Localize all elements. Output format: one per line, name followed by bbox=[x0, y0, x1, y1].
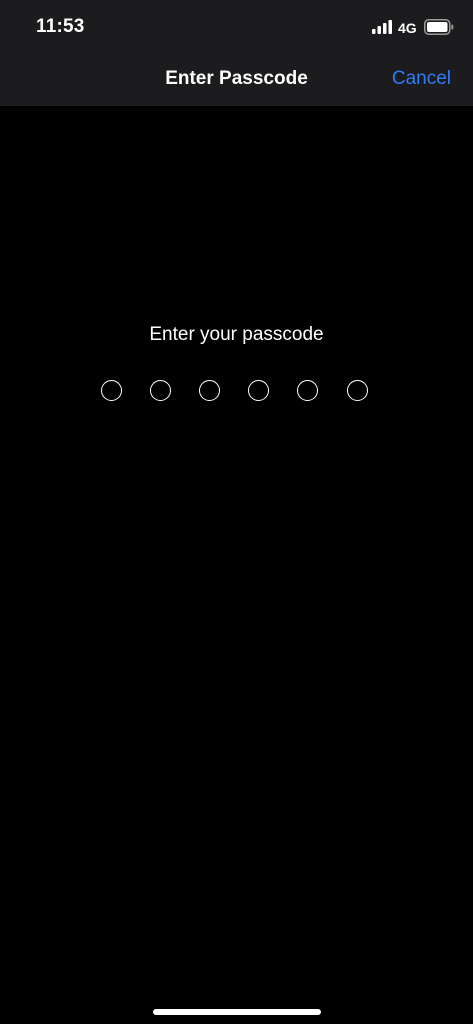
battery-icon bbox=[424, 19, 454, 35]
cancel-button[interactable]: Cancel bbox=[392, 68, 451, 90]
cellular-signal-icon bbox=[372, 20, 392, 34]
network-type-label: 4G bbox=[398, 20, 417, 36]
status-time: 11:53 bbox=[36, 16, 85, 37]
passcode-dot bbox=[347, 380, 368, 401]
home-indicator[interactable] bbox=[153, 1009, 321, 1015]
passcode-prompt: Enter your passcode bbox=[149, 324, 324, 345]
passcode-dots bbox=[101, 380, 372, 403]
status-bar: 11:53 4G bbox=[0, 0, 473, 56]
top-bar: 11:53 4G Enter Passcode Cancel bbox=[0, 0, 473, 106]
passcode-dot bbox=[101, 380, 122, 401]
passcode-dot bbox=[199, 380, 220, 401]
navigation-bar: Enter Passcode Cancel bbox=[0, 56, 473, 106]
passcode-dot bbox=[297, 380, 318, 401]
passcode-dot bbox=[248, 380, 269, 401]
passcode-dot bbox=[150, 380, 171, 401]
